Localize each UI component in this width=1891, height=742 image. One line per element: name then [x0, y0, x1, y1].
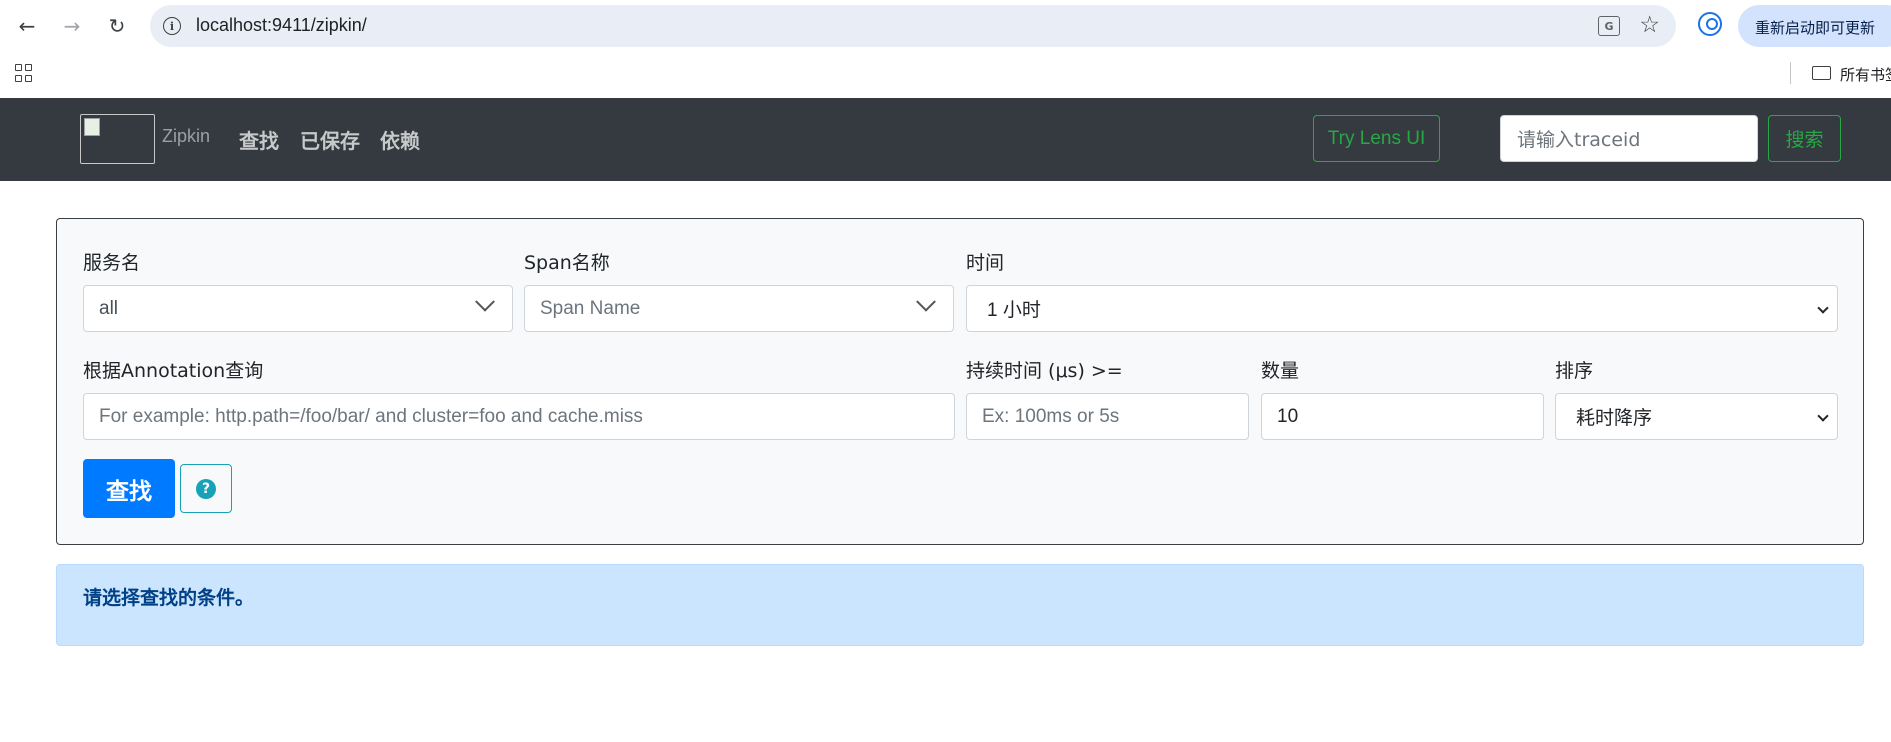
brand-name[interactable]: Zipkin: [162, 126, 210, 147]
folder-icon[interactable]: [1812, 66, 1831, 80]
apps-grid-icon[interactable]: [15, 64, 33, 82]
annotation-query-label: 根据Annotation查询: [83, 360, 264, 382]
translate-icon[interactable]: G: [1598, 16, 1620, 36]
chevron-down-icon: [475, 291, 495, 312]
site-info-icon[interactable]: i: [163, 17, 181, 35]
time-range-select[interactable]: 1 小时: [966, 285, 1838, 332]
alert-message: 请选择查找的条件。: [83, 587, 255, 609]
question-circle-icon: ?: [196, 478, 216, 499]
annotation-query-input[interactable]: For example: http.path=/foo/bar/ and clu…: [83, 393, 955, 440]
nav-link-saved[interactable]: 已保存: [300, 125, 360, 154]
url-text[interactable]: localhost:9411/zipkin/: [196, 15, 367, 36]
traceid-search-button[interactable]: 搜索: [1768, 115, 1841, 162]
reload-icon[interactable]: ↻: [101, 10, 133, 42]
zipkin-navbar: Zipkin 查找 已保存 依赖 Try Lens UI 请输入traceid …: [0, 98, 1891, 181]
duration-input[interactable]: Ex: 100ms or 5s: [966, 393, 1249, 440]
limit-value: 10: [1277, 405, 1299, 427]
duration-label: 持续时间 (μs) >=: [966, 360, 1123, 382]
bookmarks-bar: [0, 52, 1891, 98]
address-bar[interactable]: i localhost:9411/zipkin/ G ☆: [150, 5, 1676, 47]
span-name-label: Span名称: [524, 252, 610, 274]
select-arrow-icon: [1817, 302, 1829, 314]
sort-order-select[interactable]: 耗时降序: [1555, 393, 1838, 440]
limit-input[interactable]: 10: [1261, 393, 1544, 440]
time-range-value: 1 小时: [987, 300, 1041, 321]
all-bookmarks-label[interactable]: 所有书签: [1840, 64, 1891, 85]
span-name-placeholder: Span Name: [540, 297, 641, 319]
sort-order-value: 耗时降序: [1576, 408, 1653, 429]
forward-icon[interactable]: →: [56, 10, 88, 42]
update-label: 重新启动即可更新: [1755, 19, 1876, 37]
traceid-input[interactable]: 请输入traceid: [1500, 115, 1758, 162]
search-form-card: 服务名 all Span名称 Span Name 时间 1 小时 根据Annot…: [56, 218, 1864, 545]
service-name-label: 服务名: [83, 252, 141, 274]
try-lens-ui-button[interactable]: Try Lens UI: [1313, 115, 1440, 162]
select-arrow-icon: [1817, 410, 1829, 422]
back-icon[interactable]: ←: [11, 10, 43, 42]
brand-logo[interactable]: [80, 114, 155, 164]
nav-link-dependencies[interactable]: 依赖: [380, 125, 420, 154]
bookmarks-divider: [1790, 62, 1791, 84]
sort-label: 排序: [1555, 360, 1594, 382]
info-alert: 请选择查找的条件。: [56, 564, 1864, 646]
duration-placeholder: Ex: 100ms or 5s: [982, 405, 1120, 427]
chevron-down-icon: [916, 291, 936, 312]
nav-link-find[interactable]: 查找: [239, 125, 279, 154]
find-button[interactable]: 查找: [83, 459, 175, 518]
time-label: 时间: [966, 252, 1005, 274]
service-name-select[interactable]: all: [83, 285, 513, 332]
annotation-query-placeholder: For example: http.path=/foo/bar/ and clu…: [99, 405, 643, 427]
bookmark-star-icon[interactable]: ☆: [1639, 12, 1660, 38]
span-name-select[interactable]: Span Name: [524, 285, 954, 332]
profile-icon[interactable]: [1698, 12, 1722, 36]
service-name-value: all: [99, 297, 119, 319]
update-button[interactable]: 重新启动即可更新: [1738, 5, 1891, 47]
browser-toolbar: ← → ↻ i localhost:9411/zipkin/ G ☆ 重新启动即…: [0, 0, 1891, 52]
limit-label: 数量: [1261, 360, 1300, 382]
help-button[interactable]: ?: [180, 464, 232, 513]
